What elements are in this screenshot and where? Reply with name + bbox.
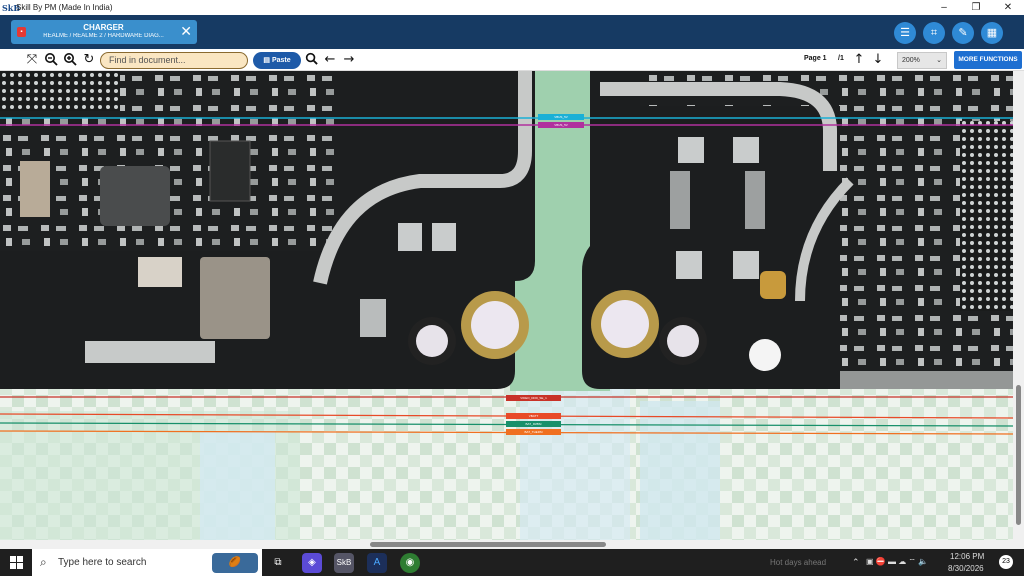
clipboard-icon: ▤ <box>263 57 272 64</box>
tray-chevron-icon[interactable]: ⌃ <box>852 557 860 568</box>
restore-icon[interactable]: ❐ <box>960 0 992 15</box>
grid-icon[interactable]: ▦ <box>981 22 1003 44</box>
app-logo: SkB <box>2 2 21 13</box>
viewer-toolbar: ⤧ ↻ Find in document... ▤ Paste ← → Page… <box>0 49 1024 71</box>
chrome-icon[interactable]: ◉ <box>400 553 420 573</box>
window-title: Skill By PM (Made In India) <box>16 3 113 12</box>
next-result-icon[interactable]: → <box>341 52 357 68</box>
windows-start-icon[interactable] <box>10 556 23 569</box>
net-label: VBUS_5V <box>538 122 584 128</box>
previous-result-icon[interactable]: ← <box>322 52 338 68</box>
zoom-in-icon[interactable] <box>62 52 78 68</box>
app-header: ▪ CHARGER REALME / REALME 2 / HARDWARE D… <box>0 15 1024 49</box>
net-label: VBUS_5V <box>538 114 584 120</box>
scrollbar-thumb[interactable] <box>370 542 606 547</box>
scrollbar-thumb[interactable] <box>1016 385 1021 525</box>
find-in-document-input[interactable]: Find in document... <box>100 52 248 69</box>
zoom-out-icon[interactable] <box>43 52 59 68</box>
net-label: VBATT <box>506 413 561 419</box>
vertical-scrollbar[interactable] <box>1013 71 1024 540</box>
zoom-select[interactable]: 200% ⌄ <box>897 52 947 69</box>
minimize-icon[interactable]: – <box>928 0 960 15</box>
weather-text[interactable]: Hot days ahead <box>770 558 826 567</box>
crop-icon[interactable]: ⌗ <box>923 22 945 44</box>
edit-icon[interactable]: ✎ <box>952 22 974 44</box>
paste-button[interactable]: ▤ Paste <box>253 52 301 69</box>
net-label: BAT_ID/BSI <box>506 421 561 427</box>
page-total: /1 <box>838 55 844 62</box>
app-a-icon[interactable]: A <box>367 553 387 573</box>
fit-screen-icon[interactable]: ⤧ <box>24 52 40 68</box>
menu-icon[interactable]: ☰ <box>894 22 916 44</box>
windows-taskbar: ⌕ Type here to search 🏉 ⧉ ◈ SkB A ◉ Hot … <box>0 549 1024 576</box>
horizontal-scrollbar[interactable] <box>0 540 1024 549</box>
document-viewer[interactable]: VBUS_5V VBUS_5V VIDEO_DDD_SE_1 VBATT BAT… <box>0 71 1013 540</box>
net-label: VIDEO_DDD_SE_1 <box>506 395 561 401</box>
search-icon[interactable] <box>303 52 319 68</box>
more-functions-button[interactable]: MORE FUNCTIONS <box>954 51 1022 69</box>
page-up-icon[interactable]: ↑ <box>851 52 867 68</box>
document-tab[interactable]: ▪ CHARGER REALME / REALME 2 / HARDWARE D… <box>11 20 197 44</box>
chevron-down-icon: ⌄ <box>936 57 942 64</box>
tray-icons[interactable]: ▣ ⛔ ▬ ☁ ⌔ 🔈 <box>866 557 928 567</box>
search-highlight-icon[interactable]: 🏉 <box>212 553 258 573</box>
window-title-bar: SkB Skill By PM (Made In India) – ❐ ✕ <box>0 0 1024 15</box>
document-tab-title: CHARGER <box>83 23 124 32</box>
pcb-board-image <box>0 71 1013 540</box>
page-number: Page 1 <box>804 55 827 62</box>
refresh-icon[interactable]: ↻ <box>81 52 97 68</box>
paste-label: Paste <box>271 57 291 64</box>
pdf-icon: ▪ <box>17 27 26 37</box>
close-icon[interactable]: ✕ <box>992 0 1024 15</box>
zoom-value: 200% <box>902 57 920 64</box>
net-label: BAT_THERM <box>506 429 561 435</box>
search-icon: ⌕ <box>40 555 47 569</box>
clock-date[interactable]: 8/30/2026 <box>948 564 984 573</box>
document-tab-subtitle: REALME / REALME 2 / HARDWARE DIAG... <box>43 33 164 39</box>
close-tab-icon[interactable]: ✕ <box>180 23 192 39</box>
clock-time[interactable]: 12:06 PM <box>950 552 984 561</box>
copilot-icon[interactable]: ◈ <box>302 553 322 573</box>
task-view-icon[interactable]: ⧉ <box>268 553 288 573</box>
taskbar-search-placeholder: Type here to search <box>58 557 147 568</box>
skill-app-icon[interactable]: SkB <box>334 553 354 573</box>
page-down-icon[interactable]: ↓ <box>870 52 886 68</box>
notification-badge[interactable]: 23 <box>999 555 1013 569</box>
